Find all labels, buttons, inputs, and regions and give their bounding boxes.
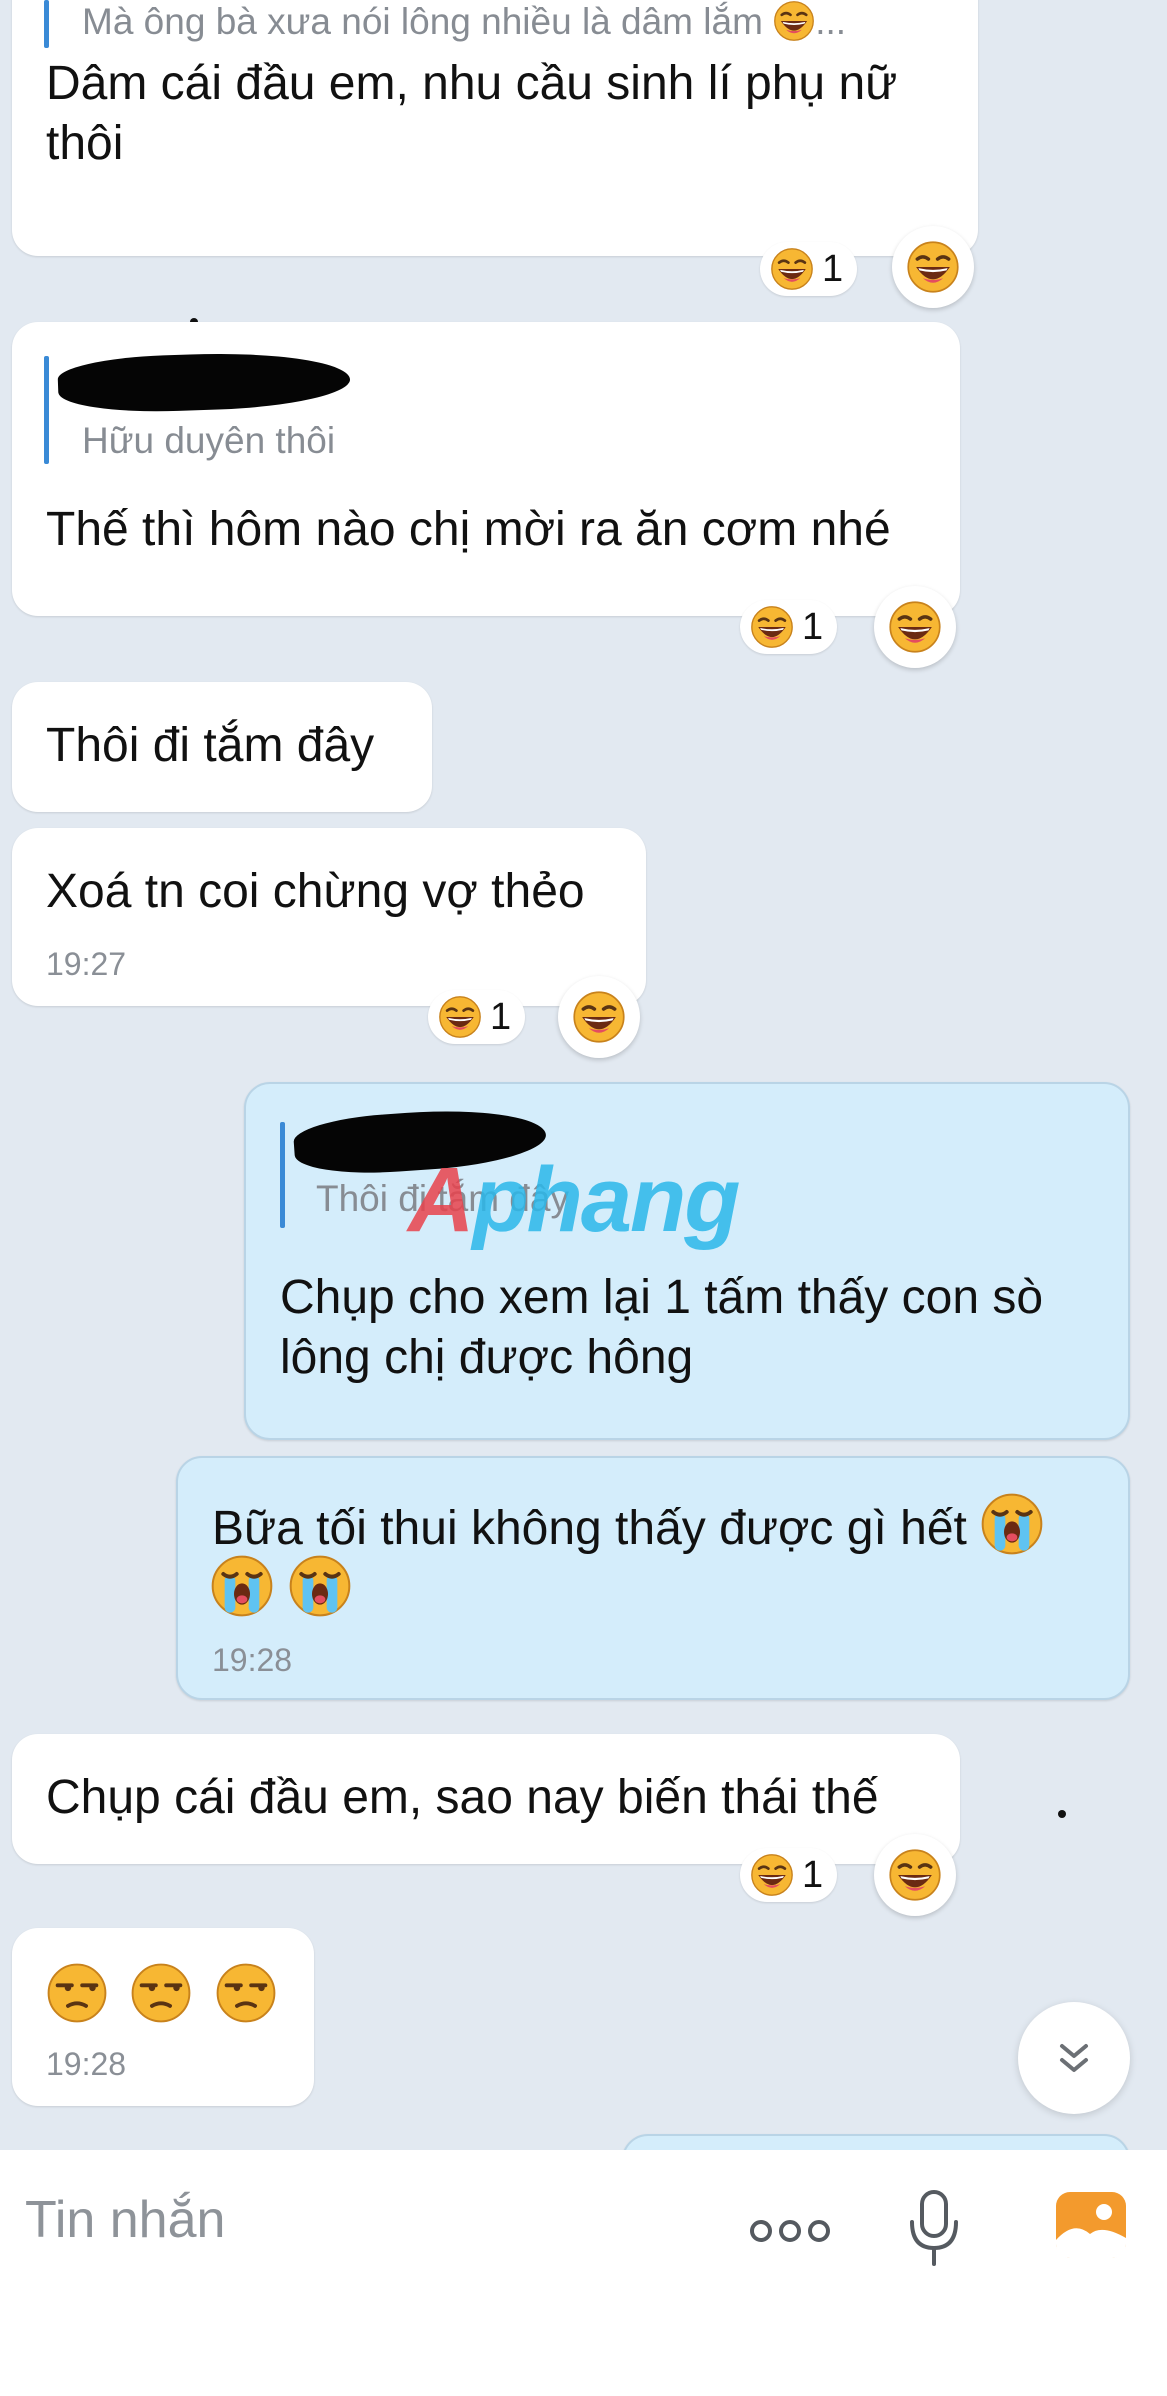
react-button[interactable] xyxy=(874,586,956,668)
message-text: Xoá tn coi chừng vợ thẻo xyxy=(46,865,585,918)
quoted-message: Mà ông bà xưa nói lông nhiều là dâm lắm … xyxy=(82,0,847,42)
quoted-message: Hữu duyên thôi xyxy=(82,420,336,461)
message-bubble-outgoing[interactable]: Bữa tối thui không thấy được gì hết 19:2… xyxy=(176,1456,1130,1700)
message-bubble-incoming[interactable]: 19:28 xyxy=(12,1928,314,2106)
message-text: thôi xyxy=(46,117,124,170)
more-options-icon[interactable] xyxy=(748,2216,832,2246)
reaction-count-number: 1 xyxy=(802,605,824,648)
watermark-text-a: A xyxy=(408,1149,474,1251)
laughing-emoji-icon xyxy=(770,247,814,291)
react-button[interactable] xyxy=(874,1834,956,1916)
laughing-emoji-icon xyxy=(572,990,626,1044)
laughing-emoji-icon xyxy=(750,605,794,649)
emoji-row xyxy=(46,1962,277,2029)
redacted-name xyxy=(57,348,351,416)
message-bubble-incoming[interactable]: Chụp cái đầu em, sao nay biến thái thế xyxy=(12,1734,960,1864)
watermark-text-b: phang xyxy=(472,1149,740,1251)
reaction-count-number: 1 xyxy=(802,1853,824,1896)
message-composer: Tin nhắn xyxy=(0,2150,1167,2396)
message-text: Dâm cái đầu em, nhu cầu sinh lí phụ nữ xyxy=(46,57,898,110)
laughing-emoji-icon xyxy=(888,1848,942,1902)
message-bubble-incoming[interactable]: Mà ông bà xưa nói lông nhiều là dâm lắm … xyxy=(12,0,978,256)
quote-bar xyxy=(44,356,49,464)
laughing-emoji-icon xyxy=(888,600,942,654)
quote-bar xyxy=(44,0,49,48)
laughing-emoji-icon xyxy=(750,1853,794,1897)
quote-bar xyxy=(280,1122,285,1228)
message-bubble-incoming[interactable]: Xoá tn coi chừng vợ thẻo 19:27 xyxy=(12,828,646,1006)
reaction-count-number: 1 xyxy=(822,247,844,290)
reaction-count[interactable]: 1 xyxy=(740,1848,838,1902)
double-chevron-down-icon xyxy=(1060,2044,1088,2072)
message-bubble-incoming[interactable]: Thôi đi tắm đây xyxy=(12,682,432,812)
crying-emoji-icon xyxy=(288,1554,352,1618)
reaction-count[interactable]: 1 xyxy=(740,600,838,654)
message-text: Thế thì hôm nào chị mời ra ăn cơm nhé xyxy=(46,503,891,556)
unamused-emoji-icon xyxy=(46,1962,108,2024)
react-button[interactable] xyxy=(558,976,640,1058)
scroll-to-bottom-button[interactable] xyxy=(1018,2002,1130,2114)
crying-emoji-icon xyxy=(210,1554,274,1618)
message-text: Chụp cái đầu em, sao nay biến thái thế xyxy=(46,1771,879,1824)
unamused-emoji-icon xyxy=(215,1962,277,2024)
message-text: Thôi đi tắm đây xyxy=(46,719,375,772)
message-time: 19:28 xyxy=(212,1642,293,1678)
laughing-emoji-icon xyxy=(773,0,815,42)
react-button[interactable] xyxy=(892,226,974,308)
message-time: 19:27 xyxy=(46,946,127,982)
laughing-emoji-icon xyxy=(438,995,482,1039)
message-input[interactable]: Tin nhắn xyxy=(25,2190,225,2250)
message-bubble-incoming[interactable]: Hữu duyên thôi Thế thì hôm nào chị mời r… xyxy=(12,322,960,616)
reaction-count[interactable]: 1 xyxy=(760,242,858,296)
reaction-count-number: 1 xyxy=(490,995,512,1038)
crying-emoji-icon xyxy=(980,1492,1044,1556)
emoji-row xyxy=(210,1554,352,1623)
decorative-dot xyxy=(1058,1810,1066,1818)
message-text: lông chị được hông xyxy=(280,1331,694,1384)
watermark-logo: Aphang xyxy=(408,1148,740,1253)
microphone-icon[interactable] xyxy=(906,2190,962,2266)
reaction-count[interactable]: 1 xyxy=(428,990,526,1044)
unamused-emoji-icon xyxy=(130,1962,192,2024)
image-gallery-icon[interactable] xyxy=(1054,2190,1128,2260)
message-time: 19:28 xyxy=(46,2046,127,2082)
message-text: Bữa tối thui không thấy được gì hết xyxy=(212,1492,1044,1559)
message-text: Chụp cho xem lại 1 tấm thấy con sò xyxy=(280,1271,1044,1324)
message-bubble-outgoing[interactable]: Thôi đi tắm đây Chụp cho xem lại 1 tấm t… xyxy=(244,1082,1130,1440)
laughing-emoji-icon xyxy=(906,240,960,294)
